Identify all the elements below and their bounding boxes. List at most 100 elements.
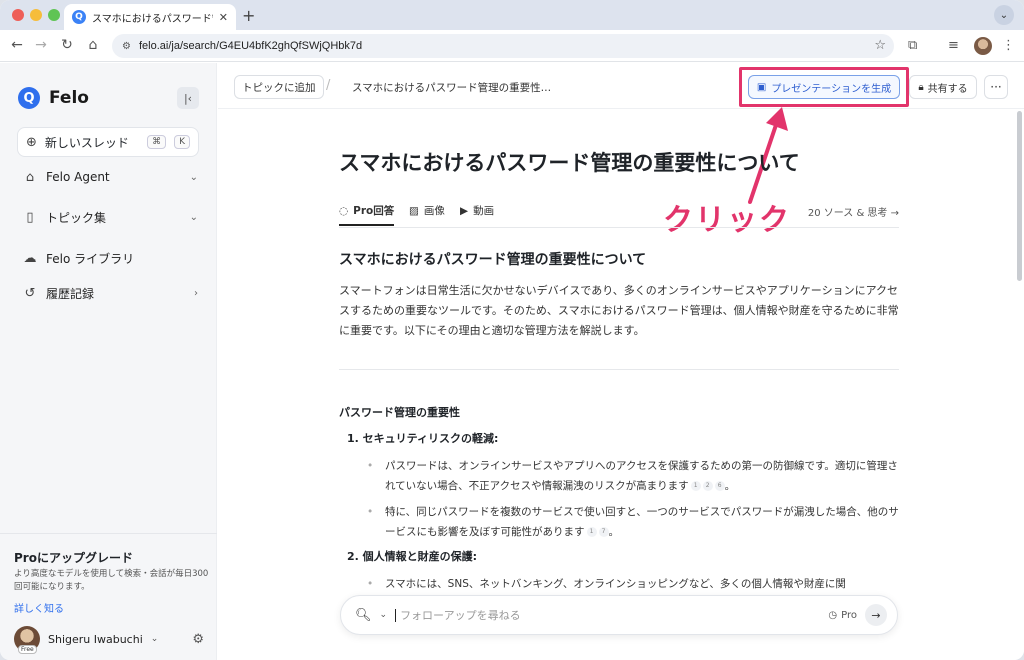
- tab-close-icon[interactable]: ✕: [219, 11, 228, 24]
- gear-icon[interactable]: ⚙: [192, 632, 204, 647]
- upgrade-description: より高度なモデルを使用して検索・会話が毎日300回可能になります。: [14, 569, 209, 592]
- extensions-icon[interactable]: ⧉: [908, 38, 917, 53]
- intro-paragraph: スマートフォンは日常生活に欠かせないデバイスであり、多くのオンラインサービスやア…: [339, 284, 899, 337]
- cloud-upload-icon: ☁: [23, 250, 37, 266]
- scrollbar[interactable]: [1017, 111, 1022, 281]
- content-topbar: トピックに追加 / スマホにおけるパスワード管理の重要性… ▣ プレゼンテーショ…: [218, 63, 1024, 109]
- divider: [0, 533, 217, 534]
- chevron-down-icon: ⌄: [189, 211, 198, 223]
- page-title: スマホにおけるパスワード管理の重要性について: [339, 151, 800, 175]
- upgrade-title: Proにアップグレード: [14, 551, 133, 565]
- answer-body: スマホにおけるパスワード管理の重要性について スマートフォンは日常生活に欠かせな…: [339, 249, 899, 600]
- new-thread-label: 新しいスレッド: [44, 135, 129, 150]
- back-icon[interactable]: ←: [8, 37, 26, 53]
- new-tab-icon[interactable]: +: [242, 6, 255, 25]
- list-item: 1. セキュリティリスクの軽減:: [347, 432, 499, 445]
- brand-name: Felo: [49, 88, 89, 108]
- reload-icon[interactable]: ↻: [58, 37, 76, 53]
- search-icon[interactable]: 🔍︎: [355, 608, 372, 623]
- collapse-sidebar-icon[interactable]: |‹: [177, 87, 199, 109]
- felo-logo-icon: Q: [18, 87, 40, 109]
- close-window-button[interactable]: [12, 9, 24, 21]
- follow-up-input[interactable]: [395, 608, 821, 622]
- felo-favicon-icon: Q: [72, 10, 86, 24]
- citation-badge[interactable]: 1: [586, 527, 597, 537]
- minimize-window-button[interactable]: [30, 9, 42, 21]
- bullet-text: スマホには、SNS、ネットバンキング、オンラインショッピングなど、多くの個人情報…: [385, 578, 846, 590]
- share-button[interactable]: 🔒︎ 共有する: [909, 75, 977, 99]
- user-menu[interactable]: Free Shigeru Iwabuchi ⌄ ⚙: [14, 625, 204, 654]
- send-arrow-icon[interactable]: →: [865, 604, 887, 626]
- bullet-text: 特に、同じパスワードを複数のサービスで使い回すと、一つのサービスでパスワードが漏…: [385, 506, 899, 538]
- citation-badge[interactable]: 6: [714, 481, 725, 491]
- tab-search-icon[interactable]: ⌄: [994, 5, 1014, 25]
- chevron-right-icon: ›: [194, 287, 198, 299]
- clock-icon: ◷: [828, 609, 838, 621]
- history-icon: ↺: [24, 285, 36, 301]
- tab-images[interactable]: ▨ 画像: [409, 203, 445, 218]
- sidebar-item-label: トピック集: [46, 210, 107, 225]
- media-control-icon[interactable]: ≡: [948, 38, 959, 53]
- list-item: 特に、同じパスワードを複数のサービスで使い回すと、一つのサービスでパスワードが漏…: [367, 502, 899, 542]
- shapes-icon: ⌂: [25, 169, 35, 185]
- browser-tab[interactable]: Q スマホにおけるパスワード管理の ✕: [64, 4, 236, 30]
- citation-badge[interactable]: 7: [598, 527, 609, 537]
- sidebar-item-history[interactable]: ↺ 履歴記録 ›: [22, 282, 198, 304]
- breadcrumb-separator: /: [326, 78, 331, 93]
- shortcut-key: K: [174, 135, 190, 149]
- citation-badge[interactable]: 1: [690, 481, 701, 491]
- chevron-down-icon: ⌄: [189, 171, 198, 183]
- result-tabs: ◌ Pro回答 ▨ 画像 ▶ 動画 20 ソース & 思考 →: [339, 200, 899, 228]
- profile-avatar[interactable]: [974, 37, 992, 55]
- forward-icon[interactable]: →: [32, 37, 50, 53]
- address-bar[interactable]: ⚙ felo.ai/ja/search/G4EU4bfK2ghQfSWjQHbk…: [112, 34, 894, 58]
- tab-videos[interactable]: ▶ 動画: [460, 203, 494, 218]
- sidebar-item-label: Felo ライブラリ: [46, 251, 135, 266]
- citation-badge[interactable]: 2: [702, 481, 713, 491]
- sidebar-item-label: 履歴記録: [46, 286, 95, 301]
- follow-up-bar: 🔍︎ ⌄ ◷ Pro →: [340, 595, 898, 635]
- tab-label: 画像: [423, 205, 445, 217]
- list-item: スマホには、SNS、ネットバンキング、オンラインショッピングなど、多くの個人情報…: [367, 574, 899, 594]
- more-options-button[interactable]: ···: [984, 75, 1008, 99]
- sidebar-item-topics[interactable]: ▯ トピック集 ⌄: [22, 206, 198, 228]
- video-icon: ▶: [460, 204, 469, 217]
- new-thread-button[interactable]: ⊕ 新しいスレッド ⌘ K: [17, 127, 199, 157]
- shortcut-cmd: ⌘: [147, 135, 167, 149]
- plan-badge: Free: [18, 645, 37, 654]
- tab-bar: Q スマホにおけるパスワード管理の ✕ + ⌄: [0, 0, 1024, 30]
- tab-label: Pro回答: [353, 205, 395, 217]
- add-to-topic-button[interactable]: トピックに追加: [234, 75, 324, 99]
- bullet-text: パスワードは、オンラインサービスやアプリへのアクセスを保護するための第一の防御線…: [385, 460, 898, 492]
- bookmark-icon: ▯: [26, 209, 34, 225]
- url-text: felo.ai/ja/search/G4EU4bfK2ghQfSWjQHbk7d: [138, 40, 363, 52]
- answer-heading: スマホにおけるパスワード管理の重要性について: [339, 252, 647, 268]
- annotation-highlight-box: [739, 67, 909, 107]
- list-item: パスワードは、オンラインサービスやアプリへのアクセスを保護するための第一の防御線…: [367, 456, 899, 496]
- share-label: 共有する: [927, 83, 968, 95]
- bookmark-star-icon[interactable]: ☆: [874, 38, 886, 53]
- divider: [339, 369, 899, 370]
- home-icon[interactable]: ⌂: [84, 37, 102, 53]
- image-icon: ▨: [409, 204, 419, 217]
- chevron-down-icon[interactable]: ⌄: [380, 610, 388, 620]
- loading-icon: ◌: [339, 204, 349, 217]
- sidebar-item-label: Felo Agent: [46, 170, 110, 184]
- sidebar-item-felo-agent[interactable]: ⌂ Felo Agent ⌄: [22, 166, 198, 188]
- browser-window: Q スマホにおけるパスワード管理の ✕ + ⌄ ← → ↻ ⌂ ⚙ felo.a…: [0, 0, 1024, 660]
- user-name: Shigeru Iwabuchi: [48, 632, 143, 646]
- tab-pro-answer[interactable]: ◌ Pro回答: [339, 203, 395, 226]
- pro-mode-toggle[interactable]: ◷ Pro: [828, 610, 857, 621]
- breadcrumb: スマホにおけるパスワード管理の重要性…: [352, 82, 552, 94]
- sidebar-item-library[interactable]: ☁ Felo ライブラリ: [22, 247, 198, 269]
- plus-chat-icon: ⊕: [26, 134, 37, 150]
- learn-more-link[interactable]: 詳しく知る: [14, 600, 64, 615]
- tab-label: 動画: [473, 205, 495, 217]
- sources-link[interactable]: 20 ソース & 思考 →: [808, 204, 899, 219]
- maximize-window-button[interactable]: [48, 9, 60, 21]
- brand[interactable]: Q Felo: [18, 87, 89, 109]
- browser-toolbar: ← → ↻ ⌂ ⚙ felo.ai/ja/search/G4EU4bfK2ghQ…: [0, 30, 1024, 62]
- list-item: 2. 個人情報と財産の保護:: [347, 550, 478, 563]
- site-info-icon[interactable]: ⚙: [122, 41, 131, 52]
- browser-menu-icon[interactable]: ⋮: [1002, 38, 1015, 53]
